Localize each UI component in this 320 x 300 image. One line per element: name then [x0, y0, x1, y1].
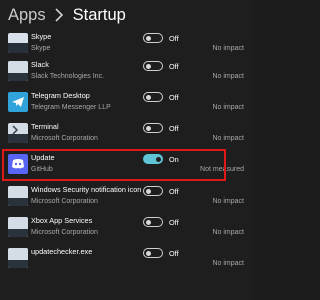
shield-icon — [8, 186, 28, 206]
startup-impact: No impact — [212, 198, 244, 205]
chevron-right-icon — [55, 8, 63, 22]
app-publisher: Microsoft Corporation — [31, 229, 98, 236]
startup-app-row: Slack Slack Technologies Inc. Off No imp… — [0, 59, 251, 89]
app-name: Slack — [31, 60, 49, 69]
xbox-icon — [8, 217, 28, 237]
startup-app-row: Xbox App Services Microsoft Corporation … — [0, 215, 251, 245]
startup-impact: No impact — [212, 73, 244, 80]
app-publisher: Microsoft Corporation — [31, 135, 98, 142]
startup-app-row: Skype Skype Off No impact — [0, 31, 251, 61]
slack-icon — [8, 61, 28, 81]
startup-toggle[interactable] — [143, 61, 163, 71]
terminal-icon — [8, 123, 28, 143]
app-publisher: Skype — [31, 45, 51, 52]
startup-app-row: Telegram Desktop Telegram Messenger LLP … — [0, 90, 251, 120]
app-name: updatechecker.exe — [31, 247, 93, 256]
startup-toggle[interactable] — [143, 217, 163, 227]
startup-toggle[interactable] — [143, 92, 163, 102]
app-name: Terminal — [31, 122, 59, 131]
startup-toggle[interactable] — [143, 123, 163, 133]
page-title: Startup — [72, 5, 126, 24]
startup-impact: No impact — [212, 104, 244, 111]
startup-apps-page: Apps Startup Skype Skype Off No impact S… — [0, 0, 251, 300]
toggle-state-label: Off — [169, 124, 179, 133]
app-icon — [8, 248, 28, 268]
toggle-state-label: Off — [169, 218, 179, 227]
startup-impact: No impact — [212, 45, 244, 52]
app-name: Xbox App Services — [31, 216, 93, 225]
toggle-state-label: Off — [169, 62, 179, 71]
toggle-state-label: Off — [169, 187, 179, 196]
breadcrumb-apps-link[interactable]: Apps — [8, 6, 46, 25]
startup-impact: No impact — [212, 135, 244, 142]
breadcrumb: Apps Startup — [8, 3, 126, 27]
app-name: Windows Security notification icon — [31, 185, 142, 194]
app-publisher: Slack Technologies Inc. — [31, 73, 105, 80]
startup-app-row: Terminal Microsoft Corporation Off No im… — [0, 121, 251, 151]
toggle-state-label: Off — [169, 34, 179, 43]
startup-impact: No impact — [212, 229, 244, 236]
startup-app-row: Windows Security notification icon Micro… — [0, 184, 251, 214]
startup-toggle[interactable] — [143, 248, 163, 258]
toggle-state-label: Off — [169, 249, 179, 258]
telegram-icon — [8, 92, 28, 112]
app-name: Telegram Desktop — [31, 91, 90, 100]
app-publisher: Microsoft Corporation — [31, 198, 98, 205]
toggle-state-label: Off — [169, 93, 179, 102]
startup-toggle[interactable] — [143, 33, 163, 43]
app-publisher: Telegram Messenger LLP — [31, 104, 111, 111]
startup-toggle[interactable] — [143, 186, 163, 196]
skype-icon — [8, 33, 28, 53]
startup-impact: No impact — [212, 260, 244, 267]
startup-app-row: updatechecker.exe Off No impact — [0, 246, 251, 276]
highlight-box — [2, 149, 226, 181]
app-name: Skype — [31, 32, 52, 41]
